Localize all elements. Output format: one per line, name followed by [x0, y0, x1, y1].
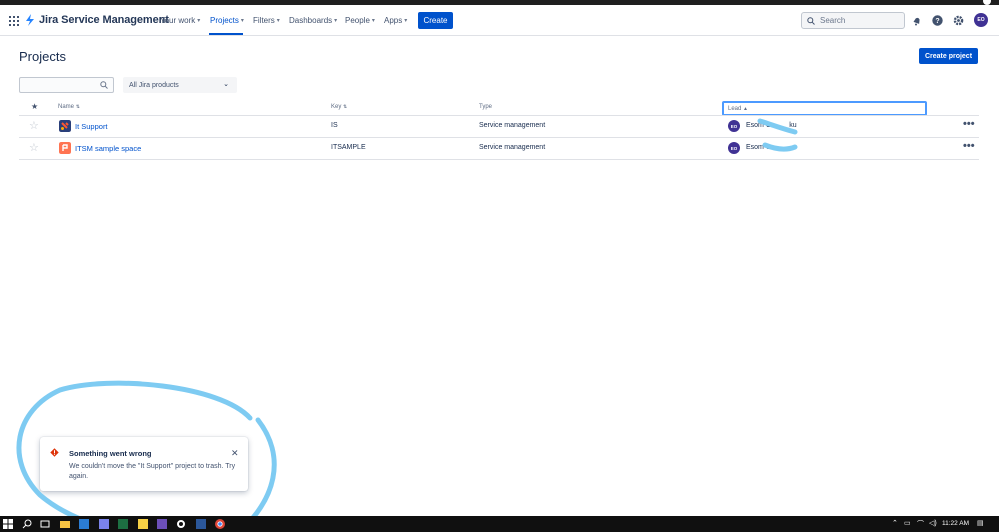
nav-your-work-label: Your work — [160, 16, 196, 25]
project-type: Service management — [479, 144, 546, 151]
chevron-down-icon: ▾ — [276, 18, 280, 24]
product-filter-value: All Jira products — [129, 81, 179, 89]
help-icon[interactable]: ? — [931, 14, 944, 27]
sort-asc-icon: ▲ — [743, 105, 748, 112]
toast-title: Something went wrong — [69, 449, 152, 458]
jira-logo[interactable]: Jira Service Management — [25, 14, 169, 26]
notification-center-icon[interactable]: ▤ — [977, 519, 984, 527]
nav-filters-label: Filters — [253, 16, 275, 25]
search-placeholder: Search — [820, 16, 846, 25]
nav-people-label: People — [345, 16, 370, 25]
nav-apps[interactable]: Apps ▾ — [384, 16, 407, 25]
lead-name-text: Esom O — [746, 144, 772, 151]
chevron-down-icon: ▾ — [240, 18, 244, 24]
chevron-down-icon: ⌄ — [223, 81, 229, 88]
notifications-icon[interactable] — [910, 14, 923, 27]
excel-icon[interactable] — [118, 519, 128, 529]
column-name-label: Name — [58, 104, 75, 110]
project-key: IS — [331, 122, 338, 129]
taskbar-app-icon[interactable] — [79, 519, 89, 529]
lead-name-text: Esom O — [746, 122, 772, 129]
volume-icon[interactable]: ◁) — [929, 519, 937, 527]
file-explorer-icon[interactable] — [60, 519, 70, 529]
nav-apps-label: Apps — [384, 16, 403, 25]
error-toast: Something went wrong We couldn't move th… — [40, 437, 248, 491]
project-name-link[interactable]: It Support — [75, 122, 108, 131]
windows-start-icon[interactable] — [3, 519, 13, 529]
create-project-button[interactable]: Create project — [919, 48, 978, 64]
lead-avatar[interactable]: EO — [728, 142, 740, 154]
settings-gear-icon[interactable] — [176, 519, 186, 529]
sort-icon: ⇅ — [343, 104, 348, 110]
settings-gear-icon[interactable] — [952, 14, 965, 27]
more-actions-icon[interactable]: ••• — [963, 140, 975, 152]
toast-message: We couldn't move the "It Support" projec… — [69, 463, 236, 480]
nav-projects-label: Projects — [210, 16, 239, 25]
taskbar-app-icon[interactable] — [99, 519, 109, 529]
search-icon — [100, 81, 108, 89]
logo-text: Jira Service Management — [39, 14, 169, 26]
table-row[interactable]: ☆ ITSM sample space ITSAMPLE Service man… — [19, 138, 979, 159]
chrome-icon[interactable] — [215, 519, 225, 529]
visual-studio-icon[interactable] — [157, 519, 167, 529]
svg-text:?: ? — [935, 18, 939, 25]
system-clock[interactable]: 11:22 AM — [942, 520, 969, 527]
lead-avatar[interactable]: EO — [728, 120, 740, 132]
sticky-notes-icon[interactable] — [138, 519, 148, 529]
network-icon[interactable]: ⌒ — [917, 519, 924, 529]
chevron-down-icon: ▾ — [197, 18, 201, 24]
search-icon — [807, 16, 815, 25]
close-icon[interactable]: ✕ — [231, 448, 239, 459]
page-title: Projects — [19, 49, 66, 64]
favorite-column-star-icon[interactable]: ★ — [31, 102, 38, 111]
nav-people[interactable]: People ▾ — [345, 16, 375, 25]
chevron-down-icon: ▾ — [334, 18, 338, 24]
error-icon — [50, 448, 59, 457]
nav-active-indicator — [209, 33, 243, 35]
column-header-lead[interactable]: Lead ▲ — [722, 101, 927, 116]
table-row[interactable]: ☆ It Support IS Service management EO Es… — [19, 116, 979, 137]
column-header-name[interactable]: Name ⇅ — [58, 104, 80, 110]
project-avatar-icon — [59, 142, 71, 154]
nav-filters[interactable]: Filters ▾ — [253, 16, 280, 25]
sort-icon: ⇅ — [75, 104, 80, 110]
word-icon[interactable] — [196, 519, 206, 529]
chevron-down-icon: ▾ — [371, 18, 375, 24]
lead-name-tail: ku — [789, 122, 797, 129]
lead-name-link[interactable]: Esom O — [746, 144, 771, 151]
nav-your-work[interactable]: Your work ▾ — [160, 16, 200, 25]
product-filter-select[interactable]: All Jira products ⌄ — [123, 77, 237, 93]
project-name-link[interactable]: ITSM sample space — [75, 144, 141, 153]
nav-projects[interactable]: Projects ▾ — [210, 16, 244, 25]
create-button[interactable]: Create — [418, 12, 453, 29]
os-taskbar: ⌃ ▭ ⌒ ◁) 11:22 AM ▤ — [0, 516, 999, 532]
project-search-input[interactable] — [19, 77, 114, 93]
favorite-star-icon[interactable]: ☆ — [29, 121, 39, 132]
project-key: ITSAMPLE — [331, 144, 366, 151]
nav-dashboards[interactable]: Dashboards ▾ — [289, 16, 337, 25]
chevron-up-icon[interactable]: ⌃ — [892, 519, 898, 527]
project-avatar-icon — [59, 120, 71, 132]
favorite-star-icon[interactable]: ☆ — [29, 143, 39, 154]
column-lead-label: Lead — [728, 105, 742, 112]
user-avatar[interactable]: EO — [974, 13, 988, 27]
row-divider — [19, 159, 979, 160]
project-type: Service management — [479, 122, 546, 129]
chevron-down-icon: ▾ — [404, 18, 408, 24]
column-key-label: Key — [331, 104, 342, 110]
nav-dashboards-label: Dashboards — [289, 16, 333, 25]
taskbar-search-icon[interactable] — [22, 519, 32, 529]
app-switcher-icon[interactable] — [9, 16, 19, 26]
task-view-icon[interactable] — [40, 519, 50, 529]
global-search-input[interactable]: Search — [801, 12, 905, 29]
more-actions-icon[interactable]: ••• — [963, 118, 975, 130]
column-header-key[interactable]: Key ⇅ — [331, 104, 347, 110]
battery-icon[interactable]: ▭ — [904, 519, 911, 527]
lead-name-link[interactable]: Esom O ku — [746, 122, 797, 129]
jira-lightning-icon — [26, 14, 34, 26]
top-navigation: Jira Service Management Your work ▾ Proje… — [0, 5, 999, 36]
column-header-type: Type — [479, 104, 493, 110]
